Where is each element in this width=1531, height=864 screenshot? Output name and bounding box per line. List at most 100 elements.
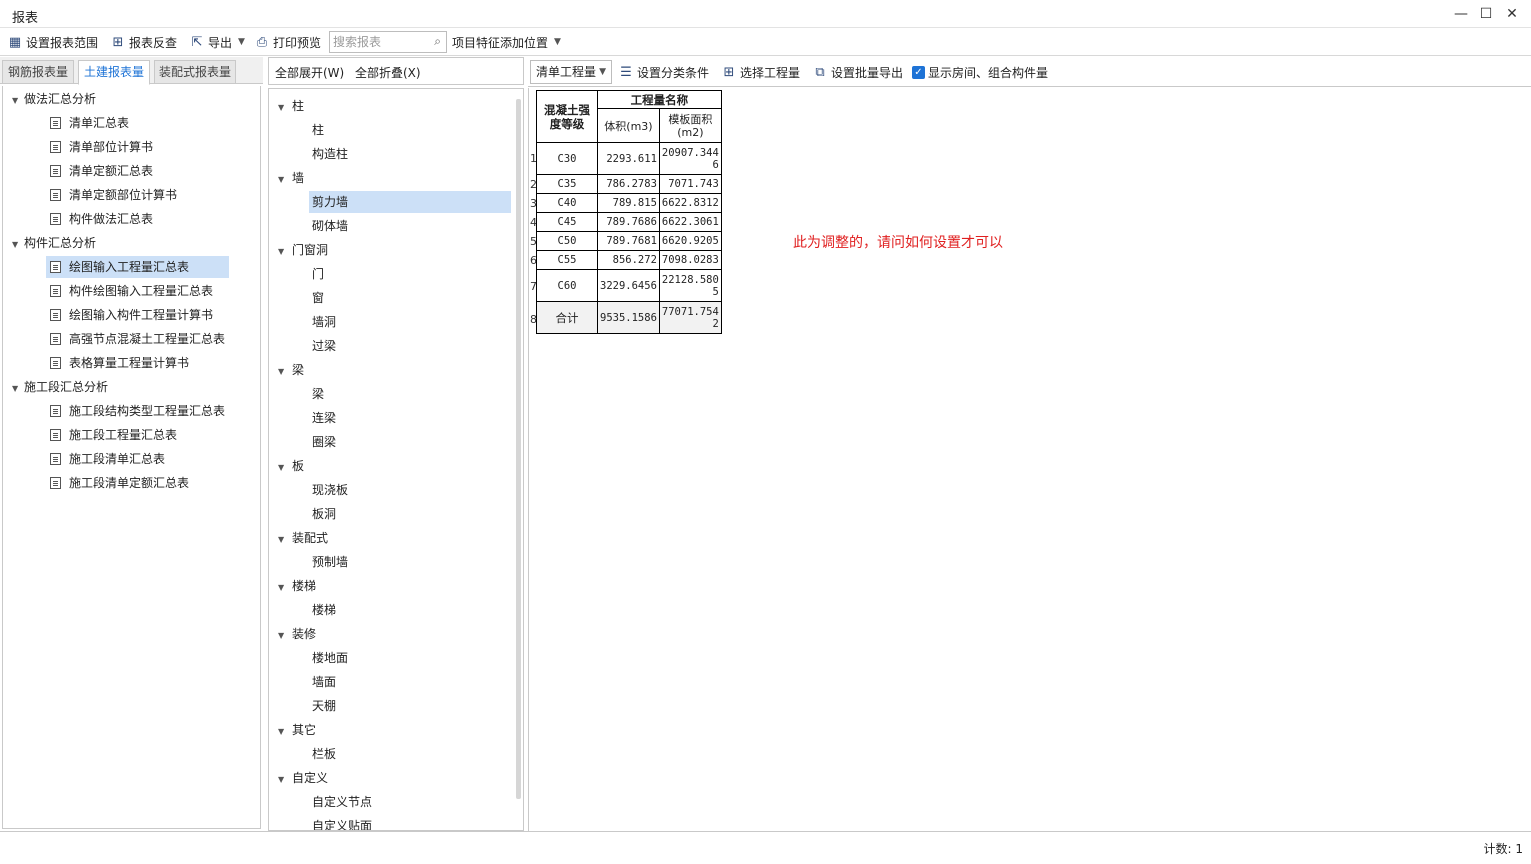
report-category-pane: 钢筋报表量 土建报表量 装配式报表量 ▼ 做法汇总分析 清单汇总表 清单部位计算书…	[0, 57, 263, 830]
collapse-arrow-icon[interactable]: ▼	[278, 457, 292, 479]
component-item[interactable]: 连梁	[309, 407, 336, 429]
component-item[interactable]: 梁	[309, 383, 324, 405]
report-item[interactable]: 清单定额汇总表	[46, 160, 153, 182]
component-item[interactable]: 板洞	[309, 503, 336, 525]
classify-button[interactable]: ☰ 设置分类条件	[618, 62, 709, 82]
report-item[interactable]: 高强节点混凝土工程量汇总表	[46, 328, 225, 350]
table-row: C55 856.272 7098.0283	[536, 250, 722, 270]
count-indicator: 计数: 1	[1483, 842, 1524, 856]
export-button[interactable]: ⇱ 导出 ▼	[189, 32, 245, 52]
report-item[interactable]: 施工段工程量汇总表	[46, 424, 177, 446]
batch-export-button[interactable]: ⧉ 设置批量导出	[812, 62, 903, 82]
collapse-arrow-icon[interactable]: ▼	[278, 169, 292, 191]
document-icon	[50, 141, 61, 153]
component-item[interactable]: 楼梯	[309, 599, 336, 621]
component-group[interactable]: ▼ 其它	[278, 719, 316, 741]
report-item[interactable]: 表格算量工程量计算书	[46, 352, 189, 374]
document-icon	[50, 189, 61, 201]
component-item[interactable]: 墙面	[309, 671, 336, 693]
collapse-arrow-icon[interactable]: ▼	[278, 241, 292, 263]
collapse-arrow-icon[interactable]: ▼	[12, 378, 24, 400]
report-item[interactable]: 施工段清单定额汇总表	[46, 472, 189, 494]
feature-position-dropdown[interactable]: 项目特征添加位置 ▼	[452, 32, 561, 52]
component-group[interactable]: ▼ 自定义	[278, 767, 328, 789]
component-item[interactable]: 构造柱	[309, 143, 348, 165]
component-item[interactable]: 窗	[309, 287, 324, 309]
component-item[interactable]: 柱	[309, 119, 324, 141]
component-group[interactable]: ▼ 装配式	[278, 527, 328, 549]
table-total-row: 合计 9535.1586 77071.7542	[536, 301, 722, 334]
component-group-label: 柱	[292, 99, 305, 113]
collapse-arrow-icon[interactable]: ▼	[278, 577, 292, 599]
report-item[interactable]: 构件绘图输入工程量汇总表	[46, 280, 213, 302]
collapse-all-button[interactable]: 全部折叠(X)	[355, 64, 421, 81]
collapse-arrow-icon[interactable]: ▼	[278, 361, 292, 383]
collapse-arrow-icon[interactable]: ▼	[278, 721, 292, 743]
vertical-scrollbar[interactable]	[516, 99, 521, 799]
component-item[interactable]: 过梁	[309, 335, 336, 357]
report-item-label: 施工段工程量汇总表	[69, 428, 178, 442]
component-group[interactable]: ▼ 门窗洞	[278, 239, 328, 261]
tab-prefab-report[interactable]: 装配式报表量	[154, 60, 236, 84]
component-group[interactable]: ▼ 墙	[278, 167, 304, 189]
tab-rebar-report[interactable]: 钢筋报表量	[2, 60, 74, 84]
component-item[interactable]: 预制墙	[309, 551, 348, 573]
tree-group-stage-summary[interactable]: ▼ 施工段汇总分析	[12, 376, 108, 398]
collapse-arrow-icon[interactable]: ▼	[278, 625, 292, 647]
search-icon[interactable]: ⌕	[434, 34, 441, 49]
collapse-arrow-icon[interactable]: ▼	[278, 529, 292, 551]
collapse-arrow-icon[interactable]: ▼	[12, 234, 24, 256]
report-item[interactable]: 清单定额部位计算书	[46, 184, 177, 206]
component-item[interactable]: 天棚	[309, 695, 336, 717]
report-item[interactable]: 施工段清单汇总表	[46, 448, 165, 470]
component-group[interactable]: ▼ 板	[278, 455, 304, 477]
component-item[interactable]: 栏板	[309, 743, 336, 765]
cell-formwork: 6620.9205	[658, 231, 722, 251]
search-input[interactable]	[330, 32, 426, 52]
tree-group-component-summary[interactable]: ▼ 构件汇总分析	[12, 232, 96, 254]
report-item-label: 清单汇总表	[69, 116, 130, 130]
report-item[interactable]: 施工段结构类型工程量汇总表	[46, 400, 225, 422]
report-item[interactable]: 清单汇总表	[46, 112, 129, 134]
collapse-arrow-icon[interactable]: ▼	[278, 97, 292, 119]
set-range-button[interactable]: ▦ 设置报表范围	[7, 32, 98, 52]
component-item[interactable]: 自定义节点	[309, 791, 372, 813]
review-button[interactable]: ⊞ 报表反查	[110, 32, 177, 52]
tab-civil-report[interactable]: 土建报表量	[78, 60, 150, 85]
component-item[interactable]: 墙洞	[309, 311, 336, 333]
component-item[interactable]: 楼地面	[309, 647, 348, 669]
component-item[interactable]: 圈梁	[309, 431, 336, 453]
report-item-label: 表格算量工程量计算书	[69, 356, 190, 370]
checkbox-checked-icon[interactable]: ✓	[912, 65, 925, 79]
component-item[interactable]: 砌体墙	[309, 215, 348, 237]
report-item-label: 清单定额汇总表	[69, 164, 154, 178]
component-item[interactable]: 自定义贴面	[309, 815, 372, 830]
component-group[interactable]: ▼ 楼梯	[278, 575, 316, 597]
report-item[interactable]: 构件做法汇总表	[46, 208, 153, 230]
component-item-selected[interactable]: 剪力墙	[309, 191, 511, 213]
component-group[interactable]: ▼ 装修	[278, 623, 316, 645]
chevron-down-icon: ▼	[599, 67, 606, 77]
report-item[interactable]: 绘图输入构件工程量计算书	[46, 304, 213, 326]
table-row: C45 789.7686 6622.3061	[536, 212, 722, 232]
collapse-arrow-icon[interactable]: ▼	[12, 90, 24, 112]
collapse-arrow-icon[interactable]: ▼	[278, 769, 292, 791]
expand-all-button[interactable]: 全部展开(W)	[275, 64, 344, 81]
component-item[interactable]: 现浇板	[309, 479, 348, 501]
select-quantity-button[interactable]: ⊞ 选择工程量	[721, 62, 800, 82]
maximize-button[interactable]: ☐	[1474, 4, 1498, 24]
tree-group-method-summary[interactable]: ▼ 做法汇总分析	[12, 88, 96, 110]
close-button[interactable]: ✕	[1500, 4, 1524, 24]
export-label: 导出	[208, 35, 233, 50]
minimize-button[interactable]: —	[1449, 4, 1473, 24]
component-item[interactable]: 门	[309, 263, 324, 285]
component-group[interactable]: ▼ 梁	[278, 359, 304, 381]
report-search[interactable]: ⌕	[329, 31, 447, 53]
report-item-selected[interactable]: 绘图输入工程量汇总表	[46, 256, 229, 278]
tree-group-label: 构件汇总分析	[24, 236, 97, 250]
print-preview-button[interactable]: ⎙ 打印预览	[254, 32, 321, 52]
report-item[interactable]: 清单部位计算书	[46, 136, 153, 158]
component-group[interactable]: ▼ 柱	[278, 95, 304, 117]
quantity-type-dropdown[interactable]: 清单工程量 ▼	[530, 60, 612, 84]
show-rooms-checkbox[interactable]: ✓ 显示房间、组合构件量	[912, 62, 1048, 82]
